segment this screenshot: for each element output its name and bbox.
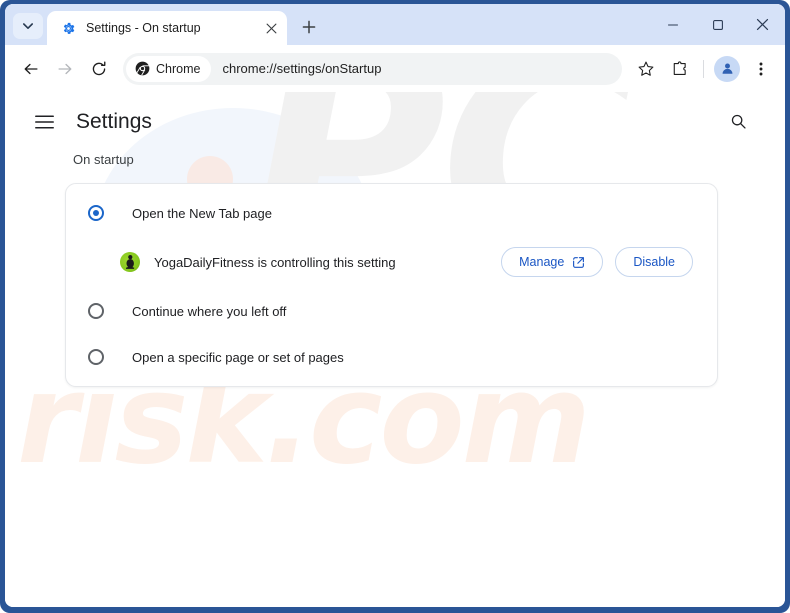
tab-strip: Settings - On startup [5, 4, 785, 45]
three-dots-vertical-icon [753, 61, 769, 77]
browser-menu-button[interactable] [745, 53, 777, 85]
tab-search-button[interactable] [13, 13, 43, 39]
radio-row-specific-pages[interactable]: Open a specific page or set of pages [66, 334, 717, 380]
tab-close-button[interactable] [261, 18, 281, 38]
search-icon [730, 113, 747, 130]
radio-row-continue-where-left-off[interactable]: Continue where you left off [66, 288, 717, 334]
radio-specific-pages[interactable] [88, 349, 104, 365]
radio-row-new-tab-page[interactable]: Open the New Tab page [66, 190, 717, 236]
back-arrow-icon [22, 60, 40, 78]
extension-control-notice: YogaDailyFitness is controlling this set… [66, 236, 717, 288]
yogadailyfitness-extension-icon [120, 252, 140, 272]
window-maximize-button[interactable] [695, 4, 740, 45]
puzzle-piece-icon [671, 60, 689, 78]
toolbar-divider [703, 60, 704, 78]
section-label: On startup [73, 152, 725, 167]
reload-icon [90, 60, 108, 78]
address-bar-url: chrome://settings/onStartup [222, 61, 381, 76]
radio-continue-where-left-off[interactable] [88, 303, 104, 319]
close-icon [266, 23, 277, 34]
maximize-icon [712, 19, 724, 31]
profile-button[interactable] [714, 56, 740, 82]
reload-button[interactable] [83, 53, 115, 85]
settings-menu-button[interactable] [27, 105, 61, 139]
user-avatar-icon [720, 61, 735, 76]
plus-icon [302, 20, 316, 34]
settings-gear-icon [60, 20, 76, 36]
window-close-button[interactable] [740, 4, 785, 45]
page-title: Settings [76, 110, 152, 134]
tab-settings[interactable]: Settings - On startup [47, 11, 287, 45]
window-minimize-button[interactable] [650, 4, 695, 45]
browser-window: Settings - On startup [0, 0, 790, 613]
new-tab-button[interactable] [295, 13, 323, 41]
window-controls [650, 4, 785, 45]
star-icon [637, 60, 655, 78]
extensions-button[interactable] [664, 53, 696, 85]
radio-label: Continue where you left off [132, 304, 286, 319]
manage-button-label: Manage [519, 255, 564, 269]
settings-search-button[interactable] [721, 104, 755, 138]
disable-button[interactable]: Disable [615, 247, 693, 277]
yoga-figure-glyph [125, 254, 136, 270]
close-icon [756, 18, 769, 31]
chrome-chip-label: Chrome [156, 62, 200, 76]
browser-window-inner: Settings - On startup [5, 4, 785, 607]
radio-label: Open a specific page or set of pages [132, 350, 344, 365]
browser-toolbar: Chrome chrome://settings/onStartup [5, 45, 785, 92]
external-link-icon [572, 256, 585, 269]
forward-button[interactable] [49, 53, 81, 85]
back-button[interactable] [15, 53, 47, 85]
disable-button-label: Disable [633, 255, 675, 269]
address-bar[interactable]: Chrome chrome://settings/onStartup [123, 53, 622, 85]
forward-arrow-icon [56, 60, 74, 78]
chevron-down-icon [22, 20, 34, 32]
radio-label: Open the New Tab page [132, 206, 272, 221]
settings-page: PC risk.com Settings On st [5, 92, 785, 607]
tab-title: Settings - On startup [86, 21, 261, 35]
settings-content: On startup Open the New Tab page [5, 152, 785, 387]
extension-notice-text: YogaDailyFitness is controlling this set… [154, 255, 501, 270]
settings-header: Settings [5, 92, 785, 152]
on-startup-card: Open the New Tab page YogaDailyFitness i… [65, 183, 718, 387]
chrome-logo-icon [135, 61, 150, 76]
hamburger-menu-icon [35, 115, 54, 129]
radio-new-tab-page[interactable] [88, 205, 104, 221]
manage-button[interactable]: Manage [501, 247, 603, 277]
chrome-scheme-chip: Chrome [126, 56, 211, 82]
bookmark-button[interactable] [630, 53, 662, 85]
minimize-icon [667, 19, 679, 31]
